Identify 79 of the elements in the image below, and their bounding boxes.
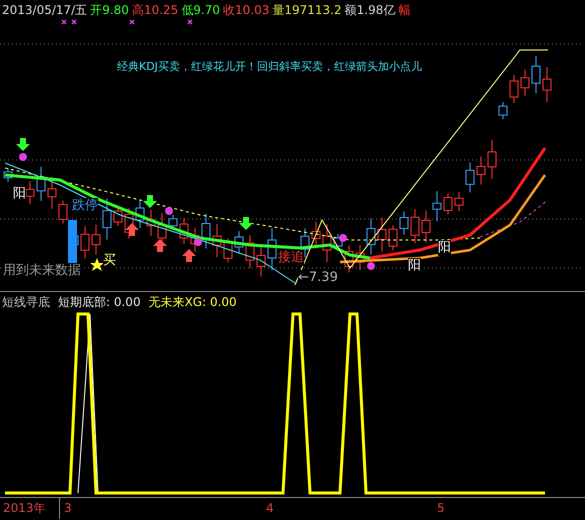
candlestick [532,56,540,94]
chart-annotation: 经典KDJ买卖，红绿花儿开！回归斜率买卖，红绿箭头加小点儿 [117,60,422,74]
candlestick [26,180,34,205]
down-arrow-icon [143,195,157,208]
chart-annotation: 阳 [408,258,421,274]
chart-annotation: 买 [103,253,116,269]
cross-icon [71,19,77,25]
candlestick [466,162,474,193]
candlestick [356,244,364,271]
dot-icon [194,238,202,246]
month-label: 4 [266,500,274,517]
quote-value: 量197113.2 [272,2,342,19]
candlestick [256,245,266,277]
candlestick [114,206,122,227]
candlestick [432,190,442,222]
candlestick [520,69,530,96]
chart-annotation: 用到未来数据 [3,263,81,279]
candlestick [36,166,46,202]
candlestick [476,156,486,185]
quote-value: 额1.98亿 [344,2,396,19]
candlestick [224,238,232,263]
candlestick [454,192,464,212]
candlestick [4,167,12,182]
candlestick [388,224,398,251]
dot-icon [165,207,173,215]
candlestick [510,74,518,104]
candlestick [366,218,376,255]
chart-annotation: 跌停 [72,198,98,214]
month-label: 3 [64,500,72,517]
star-icon [90,258,104,271]
chart-annotation: 阳 [438,240,451,256]
up-arrow-icon [182,249,196,262]
candlestick [48,176,56,210]
candlestick [246,234,254,269]
candlestick [234,230,244,254]
indicator-reading: 无未来XG: 0.00 [148,294,237,311]
quote-value: 收10.03 [223,2,270,19]
candlestick [80,226,90,259]
candlestick [344,245,354,273]
quote-value: 幅 [398,2,410,19]
chart-annotation: 接追 [278,250,304,266]
cross-icon [187,19,193,25]
up-arrow-icon [153,239,167,252]
candlestick [410,208,420,244]
dot-icon [339,234,347,242]
candlestick [180,218,188,244]
candlestick [542,66,552,103]
cross-icon [129,19,135,25]
quote-value: 高10.25 [132,2,178,19]
candlestick [312,221,320,249]
month-label: 5 [437,500,445,517]
candlestick [92,224,100,256]
down-arrow-icon [16,138,30,151]
candlestick [422,210,430,243]
candlestick [400,211,408,235]
dot-icon [19,153,27,161]
candlestick [58,200,68,224]
candlestick [202,213,210,249]
indicator-reading: 短期底部: 0.00 [58,294,141,311]
chart-annotation: 阳 [13,186,26,202]
quote-value: 开9.80 [90,2,129,19]
candlestick [146,209,156,236]
down-arrow-icon [239,217,253,230]
candlestick [498,102,508,120]
year-label: 2013年 [0,498,60,519]
candlestick [488,139,496,180]
candlestick [378,217,386,252]
candlestick [136,200,144,228]
candlestick [322,224,332,262]
quote-value: 低9.70 [181,2,220,19]
candlestick [212,224,222,258]
cross-icon [61,19,67,25]
candlestick [268,228,276,270]
dot-icon [367,262,375,270]
up-arrow-icon [125,223,139,236]
candlestick [102,198,112,240]
candlestick [444,193,452,215]
quote-value: 2013/05/17/五 [2,2,88,19]
indicator-name: 短线寻底 [2,294,50,311]
